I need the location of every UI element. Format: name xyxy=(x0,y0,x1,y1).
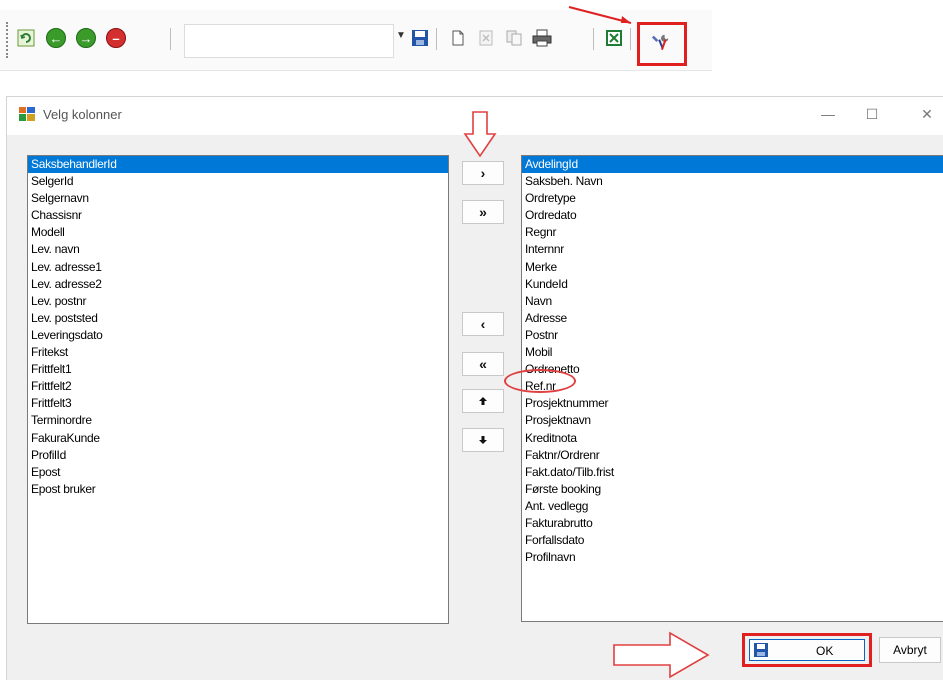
toolbar-separator xyxy=(436,28,437,50)
ok-highlight: OK xyxy=(742,633,872,667)
list-item[interactable]: KundeId xyxy=(522,276,943,293)
save-icon[interactable] xyxy=(410,28,430,48)
print-icon[interactable] xyxy=(532,28,552,48)
list-item[interactable]: Kreditnota xyxy=(522,430,943,447)
list-item[interactable]: Frittfelt1 xyxy=(28,361,448,378)
list-item[interactable]: Lev. poststed xyxy=(28,310,448,327)
new-document-icon[interactable] xyxy=(448,28,468,48)
annotation-arrow xyxy=(568,6,632,24)
chevron-down-icon[interactable]: ▼ xyxy=(396,30,406,41)
annotation-arrow-right xyxy=(613,631,710,679)
toolbar-separator xyxy=(630,28,631,50)
list-item[interactable]: Mobil xyxy=(522,344,943,361)
save-icon xyxy=(754,643,768,657)
list-item[interactable]: Profilnavn xyxy=(522,549,943,566)
list-item[interactable]: Regnr xyxy=(522,224,943,241)
list-item[interactable]: Ant. vedlegg xyxy=(522,498,943,515)
list-item[interactable]: Ref.nr xyxy=(522,378,943,395)
list-item[interactable]: Fakturabrutto xyxy=(522,515,943,532)
stop-icon[interactable]: – xyxy=(106,28,126,48)
toolbar-combo[interactable] xyxy=(184,24,394,58)
dialog-window: Velg kolonner — ☐ ✕ SaksbehandlerId Selge… xyxy=(6,96,943,680)
maximize-button[interactable]: ☐ xyxy=(857,103,887,125)
move-up-button[interactable] xyxy=(462,389,504,413)
list-item[interactable]: Leveringsdato xyxy=(28,327,448,344)
list-item[interactable]: Internnr xyxy=(522,241,943,258)
selected-columns-list[interactable]: AvdelingId Saksbeh. Navn Ordretype Ordredat… xyxy=(521,155,943,622)
toolbar-grip[interactable] xyxy=(6,22,10,58)
list-item[interactable]: Selgernavn xyxy=(28,190,448,207)
list-item[interactable]: Terminordre xyxy=(28,412,448,429)
annotation-arrow-down xyxy=(463,111,497,158)
list-item[interactable]: Første booking xyxy=(522,481,943,498)
list-item[interactable]: FakuraKunde xyxy=(28,430,448,447)
move-down-button[interactable] xyxy=(462,428,504,452)
list-item[interactable]: Frittfelt3 xyxy=(28,395,448,412)
list-item[interactable]: Postnr xyxy=(522,327,943,344)
list-item[interactable]: Lev. adresse2 xyxy=(28,276,448,293)
list-item[interactable]: Fakt.dato/Tilb.frist xyxy=(522,464,943,481)
toolbar-separator xyxy=(593,28,594,50)
list-item[interactable]: Modell xyxy=(28,224,448,241)
list-item[interactable]: Saksbeh. Navn xyxy=(522,173,943,190)
remove-column-button[interactable]: ‹ xyxy=(462,312,504,336)
list-item[interactable]: Frittfelt2 xyxy=(28,378,448,395)
list-item[interactable]: Prosjektnavn xyxy=(522,412,943,429)
list-item[interactable]: Navn xyxy=(522,293,943,310)
add-all-columns-button[interactable]: » xyxy=(462,200,504,224)
list-item[interactable]: SelgerId xyxy=(28,173,448,190)
delete-icon[interactable] xyxy=(476,28,496,48)
arrow-up-icon xyxy=(479,397,487,405)
cancel-button[interactable]: Avbryt xyxy=(879,637,941,663)
list-item[interactable]: Fritekst xyxy=(28,344,448,361)
back-icon[interactable]: ← xyxy=(46,28,66,48)
list-item[interactable]: AvdelingId xyxy=(522,156,943,174)
list-item[interactable]: Ordretype xyxy=(522,190,943,207)
arrow-down-icon xyxy=(479,436,487,444)
list-item[interactable]: Lev. navn xyxy=(28,241,448,258)
list-item[interactable]: Epost xyxy=(28,464,448,481)
list-item[interactable]: Chassisnr xyxy=(28,207,448,224)
toolbar-separator xyxy=(170,28,171,50)
ok-button[interactable]: OK xyxy=(749,639,865,661)
list-item[interactable]: Forfallsdato xyxy=(522,532,943,549)
list-item[interactable]: Faktnr/Ordrenr xyxy=(522,447,943,464)
copy-icon[interactable] xyxy=(504,28,524,48)
list-item[interactable]: SaksbehandlerId xyxy=(28,156,448,174)
app-icon xyxy=(19,107,35,121)
list-item[interactable]: Epost bruker xyxy=(28,481,448,498)
excel-icon[interactable] xyxy=(604,28,624,48)
list-item[interactable]: Lev. adresse1 xyxy=(28,259,448,276)
dialog-title: Velg kolonner xyxy=(43,107,122,122)
list-item[interactable]: Merke xyxy=(522,259,943,276)
list-item[interactable]: Adresse xyxy=(522,310,943,327)
ok-label: OK xyxy=(816,644,834,658)
remove-all-columns-button[interactable]: « xyxy=(462,352,504,376)
list-item[interactable]: Prosjektnummer xyxy=(522,395,943,412)
refresh-icon[interactable] xyxy=(16,28,36,48)
list-item[interactable]: Lev. postnr xyxy=(28,293,448,310)
highlight-ellipse xyxy=(504,369,576,393)
minimize-button[interactable]: — xyxy=(813,103,843,125)
available-columns-list[interactable]: SaksbehandlerId SelgerId Selgernavn Chassis… xyxy=(27,155,449,624)
list-item[interactable]: Ordredato xyxy=(522,207,943,224)
list-item[interactable]: ProfilId xyxy=(28,447,448,464)
add-column-button[interactable]: › xyxy=(462,161,504,185)
forward-icon[interactable]: → xyxy=(76,28,96,48)
list-item[interactable]: Ordrenetto xyxy=(522,361,943,378)
close-button[interactable]: ✕ xyxy=(912,103,942,125)
